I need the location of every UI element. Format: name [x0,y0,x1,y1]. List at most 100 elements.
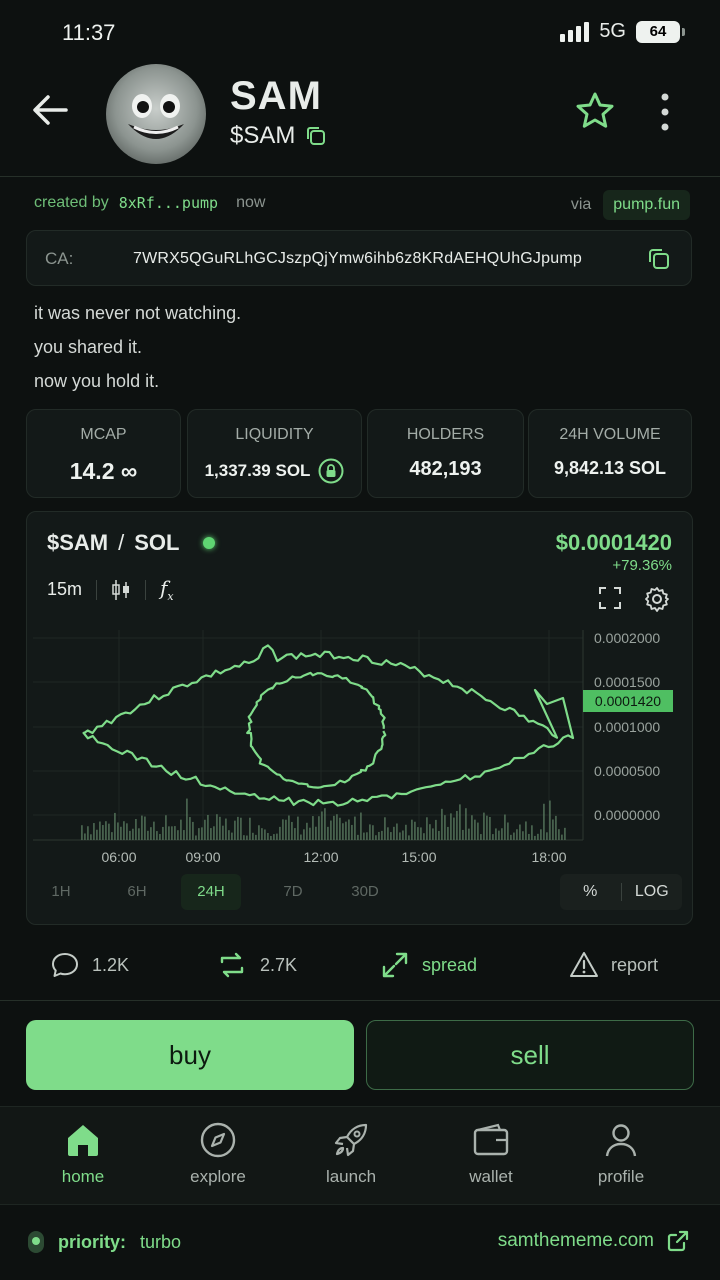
volume-bar [177,830,179,840]
report-button[interactable]: report [569,950,658,980]
copy-icon[interactable] [305,125,327,147]
wallet-icon [473,1123,509,1156]
volume-bar [141,815,143,840]
volume-bar [237,816,239,840]
scale-log[interactable]: LOG [622,883,683,901]
volume-bar [558,829,560,840]
via-row: via pump.fun [571,190,690,220]
back-arrow-icon[interactable] [28,88,72,132]
volume-bar [156,831,158,840]
nav-launch[interactable]: launch [296,1121,406,1187]
volume-bar [243,835,245,840]
fullscreen-icon[interactable] [598,586,622,610]
volume-bar [90,834,92,840]
candlestick-icon[interactable] [111,579,131,601]
repost-count: 2.7K [260,954,298,975]
buy-button[interactable]: buy [26,1020,354,1090]
repost-button[interactable]: 2.7K [216,950,297,980]
sell-button[interactable]: sell [366,1020,694,1090]
volume-bar [222,825,224,840]
volume-bar [318,816,320,840]
volume-bar [357,834,359,840]
volume-bar [225,818,227,840]
volume-bar [525,821,527,840]
volume-bar [297,816,299,840]
website-link[interactable]: samthememe.com [498,1229,690,1253]
volume-bar [309,827,311,840]
volume-bar [360,812,362,840]
range-30d[interactable]: 30D [335,874,395,910]
volume-bar [99,821,101,840]
volume-bar [300,834,302,840]
ca-value[interactable]: 7WRX5QGuRLhGCJszpQjYmw6ihb6z8KRdAEHQUhGJ… [133,250,582,268]
volume-bar [390,832,392,840]
stat-label: HOLDERS [406,426,485,443]
range-6h[interactable]: 6H [107,874,167,910]
volume-bar [210,828,212,840]
volume-bar [543,803,545,840]
volume-bar [285,819,287,840]
comments-button[interactable]: 1.2K [50,950,129,980]
volume-bar [333,815,335,840]
volume-bar [336,814,338,840]
range-24h[interactable]: 24H [181,874,241,910]
nav-profile[interactable]: profile [566,1121,676,1187]
platform-badge[interactable]: pump.fun [603,190,690,220]
range-1h[interactable]: 1H [31,874,91,910]
spread-button[interactable]: spread [380,950,477,980]
contract-address-box[interactable]: CA: 7WRX5QGuRLhGCJszpQjYmw6ihb6z8KRdAEHQ… [26,230,692,286]
copy-ca-icon[interactable] [647,247,671,271]
volume-bar [408,835,410,840]
volume-bar [246,835,248,840]
toolbar-divider [145,579,147,600]
volume-bar [198,828,200,840]
volume-bar [381,830,383,840]
price-chart[interactable]: 0.0002000 0.0001500 0.0001000 0.0000500 0.00… [27,630,692,870]
volume-bar [144,816,146,840]
volume-bar [345,821,347,840]
volume-bar [264,829,266,840]
volume-bar [255,834,257,840]
volume-bar [411,819,413,840]
volume-bar [108,823,110,840]
volume-bar [501,828,503,840]
nav-label: explore [190,1167,246,1186]
volume-bar [294,828,296,840]
stat-volume: 24H VOLUME 9,842.13 SOL [528,409,692,498]
spread-label: spread [422,954,478,975]
nav-explore[interactable]: explore [163,1121,273,1187]
description-line: you shared it. [34,337,143,357]
via-label: via [570,196,592,213]
gear-icon[interactable] [644,586,670,612]
nav-wallet[interactable]: wallet [436,1121,546,1187]
indicators-icon[interactable]: fx [160,576,174,603]
volume-bar [471,815,473,840]
favorite-star-icon[interactable] [574,90,616,132]
stat-value: 14.2 ∞ [69,458,138,484]
volume-bar [519,824,521,840]
volume-bar [564,827,566,840]
volume-bar [132,828,134,840]
volume-bar [537,833,539,840]
actions-divider [0,1000,720,1001]
volume-bar [81,825,83,840]
scale-percent[interactable]: % [560,883,621,901]
volume-bar [267,832,269,840]
volume-bar [111,832,113,840]
volume-bar [516,829,518,840]
range-7d[interactable]: 7D [263,874,323,910]
comments-count: 1.2K [92,954,130,975]
volume-bar [189,817,191,840]
pair-base: $SAM [47,530,109,555]
nav-home[interactable]: home [28,1121,138,1187]
ticker-row: $SAM [230,122,327,150]
priority-setting[interactable]: priority: turbo [28,1231,181,1253]
volume-bar [117,822,119,840]
volume-bar [315,826,317,840]
bottom-nav: home explore launch wallet profile [0,1106,720,1204]
volume-bar [468,828,470,840]
interval-selector[interactable]: 15m [47,579,82,600]
stat-value: 1,337.39 SOL [204,461,311,480]
more-options-icon[interactable] [652,92,678,132]
creator-address[interactable]: 8xRf...pump [119,194,218,212]
